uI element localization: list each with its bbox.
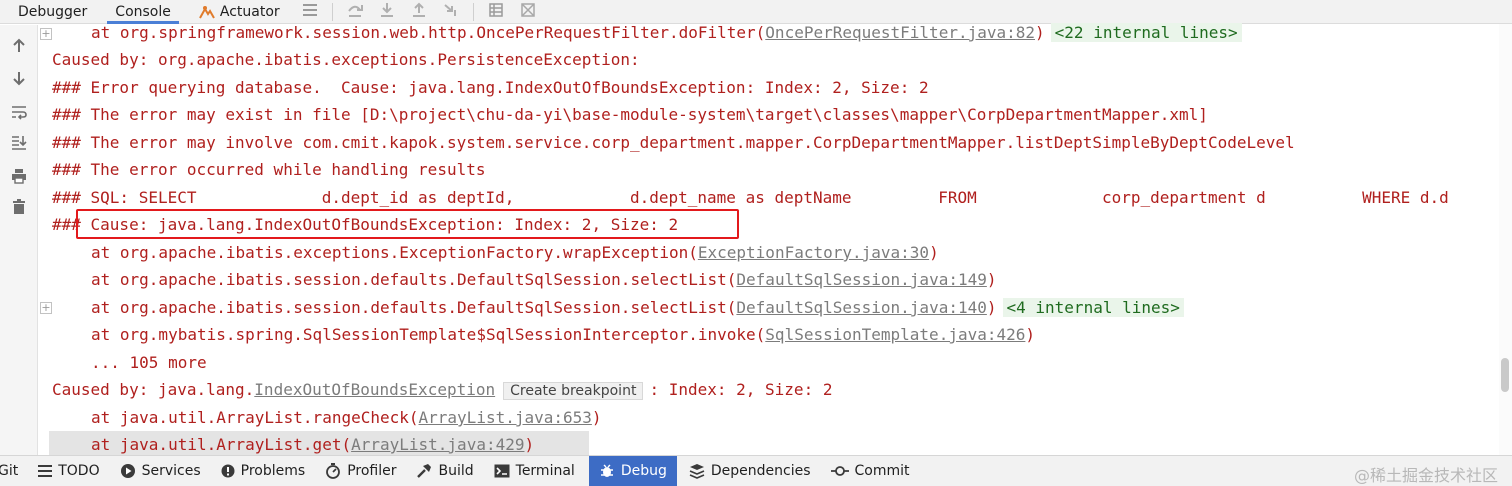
create-breakpoint-tooltip[interactable]: Create breakpoint (503, 382, 644, 400)
fold-expand-icon[interactable]: + (40, 302, 52, 314)
error-detail-line: ### The error may involve com.cmit.kapok… (52, 133, 1295, 152)
tool-window-label: TODO (58, 463, 100, 479)
stack-frame-line: at org.apache.ibatis.session.defaults.De… (91, 270, 997, 289)
internal-lines-hint[interactable]: <22 internal lines> (1050, 23, 1242, 42)
terminal-icon (494, 463, 510, 479)
sql-line: ### SQL: SELECT d.dept_id as deptId, d.d… (52, 188, 1449, 207)
tool-window-terminal[interactable]: Terminal (482, 456, 583, 486)
actuator-icon (199, 5, 215, 19)
scroll-to-end-button[interactable] (7, 132, 31, 156)
vertical-scrollbar[interactable] (1499, 24, 1512, 456)
soft-wrap-button[interactable] (7, 102, 31, 126)
source-link[interactable]: DefaultSqlSession.java:140 (736, 298, 986, 317)
stack-frame-line: at org.springframework.session.web.http.… (91, 19, 1242, 46)
error-detail-line: ### Error querying database. Cause: java… (52, 78, 929, 97)
tool-window-label: Build (438, 463, 474, 479)
profiler-icon (325, 463, 341, 479)
caused-by-line: Caused by: java.lang.IndexOutOfBoundsExc… (52, 380, 833, 400)
tool-window-label: Profiler (347, 463, 397, 479)
stack-frame-line: at org.apache.ibatis.exceptions.Exceptio… (91, 243, 939, 262)
tool-window-label: Problems (240, 463, 306, 479)
tool-window-debug[interactable]: Debug (588, 455, 677, 486)
fold-expand-icon[interactable]: + (40, 28, 52, 40)
source-link[interactable]: ExceptionFactory.java:30 (698, 243, 929, 262)
trash-icon (11, 199, 27, 219)
internal-lines-hint[interactable]: <4 internal lines> (1002, 298, 1184, 317)
scrollbar-thumb[interactable] (1501, 358, 1509, 392)
error-detail-line: ### The error may exist in file [D:\proj… (52, 105, 1208, 124)
stack-frame-line: at java.util.ArrayList.get(ArrayList.jav… (91, 435, 535, 454)
tool-window-todo[interactable]: TODO (26, 456, 107, 486)
services-icon (120, 463, 136, 479)
tool-window-profiler[interactable]: Profiler (313, 456, 404, 486)
debug-icon (599, 463, 615, 479)
source-link[interactable]: DefaultSqlSession.java:149 (736, 270, 986, 289)
stack-frame-line: at java.util.ArrayList.rangeCheck(ArrayL… (91, 408, 602, 427)
tool-window-bar: Git TODO Services Problems Profiler Buil… (0, 455, 1512, 486)
tool-window-build[interactable]: Build (404, 456, 481, 486)
tool-window-label: Commit (854, 463, 910, 479)
commit-icon (830, 465, 849, 477)
tool-window-git[interactable]: Git (0, 456, 26, 486)
highlight-annotation-box (76, 209, 739, 239)
tool-window-label: Debug (620, 463, 667, 479)
dependencies-icon (689, 463, 705, 479)
tool-window-dependencies[interactable]: Dependencies (677, 456, 819, 486)
scroll-down-button[interactable] (7, 68, 31, 92)
arrow-down-icon (11, 70, 27, 90)
arrow-up-icon (11, 38, 27, 58)
build-icon (416, 463, 432, 479)
exception-line: Caused by: org.apache.ibatis.exceptions.… (52, 50, 640, 69)
tool-window-label: Services (141, 463, 201, 479)
source-link[interactable]: SqlSessionTemplate.java:426 (765, 325, 1025, 344)
tool-window-label: Terminal (515, 463, 575, 479)
tool-window-commit[interactable]: Commit (819, 456, 918, 486)
stack-frame-line: at org.mybatis.spring.SqlSessionTemplate… (91, 325, 1036, 344)
more-frames-line: ... 105 more (91, 353, 207, 372)
tool-window-label: Dependencies (710, 463, 811, 479)
source-link[interactable]: ArrayList.java:429 (351, 435, 524, 454)
clear-all-button[interactable] (7, 197, 31, 221)
print-button[interactable] (7, 166, 31, 190)
scroll-to-end-icon (11, 134, 27, 154)
console-side-toolbar (0, 25, 38, 455)
watermark-text: @稀土掘金技术社区 (1353, 466, 1498, 485)
scroll-up-button[interactable] (7, 36, 31, 60)
printer-icon (11, 168, 27, 188)
tool-window-services[interactable]: Services (108, 456, 209, 486)
error-detail-line: ### The error occurred while handling re… (52, 160, 486, 179)
soft-wrap-icon (11, 104, 27, 124)
stack-frame-line: at org.apache.ibatis.session.defaults.De… (91, 294, 1184, 321)
tool-window-problems[interactable]: Problems (209, 456, 314, 486)
source-link[interactable]: OncePerRequestFilter.java:82 (765, 23, 1035, 42)
exception-class-link[interactable]: IndexOutOfBoundsException (254, 380, 495, 399)
console-output[interactable]: + at org.springframework.session.web.htt… (39, 18, 1499, 455)
tool-window-label: Git (0, 463, 19, 479)
list-icon (38, 465, 53, 477)
problems-icon (221, 464, 235, 478)
source-link[interactable]: ArrayList.java:653 (419, 408, 592, 427)
